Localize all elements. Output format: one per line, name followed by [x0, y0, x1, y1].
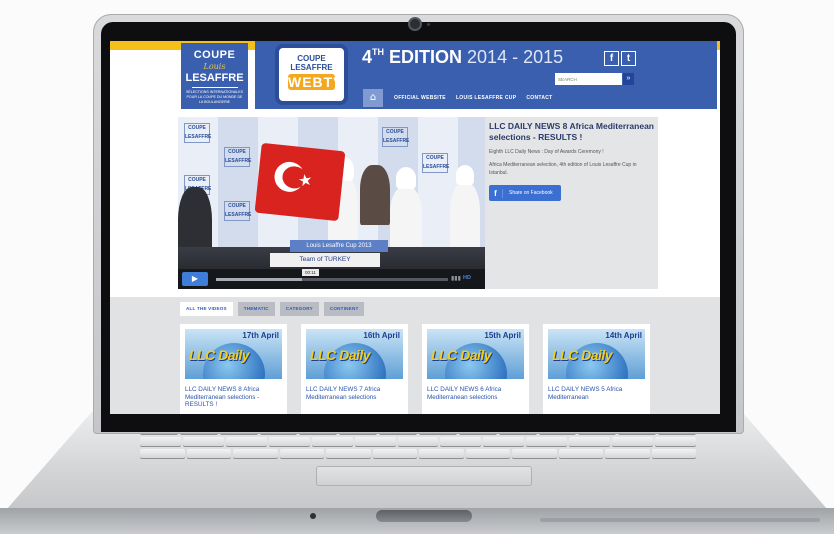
nav-contact[interactable]: CONTACT: [526, 95, 552, 101]
edition-title: 4TH EDITION 2014 - 2015: [362, 47, 563, 68]
backdrop-logo: COUPE LESAFFRE: [224, 201, 251, 221]
volume-icon[interactable]: ▮▮▮: [451, 275, 461, 282]
chef-figure: [450, 183, 480, 253]
main-nav: ⌂ OFFICIAL WEBSITE LOUIS LESAFFRE CUP CO…: [363, 89, 558, 107]
home-icon[interactable]: ⌂: [363, 89, 383, 107]
thumbnail-date: 17th April: [242, 331, 279, 340]
video-thumbnail[interactable]: LLC Daily 17th April: [185, 329, 282, 379]
edition-years: 2014 - 2015: [467, 47, 564, 67]
camera-light: [427, 23, 430, 26]
search-button[interactable]: »: [623, 73, 634, 85]
thumbnail-date: 14th April: [605, 331, 642, 340]
video-card-title[interactable]: LLC DAILY NEWS 6 Africa Mediterranean se…: [427, 386, 524, 401]
logo-divider: [191, 87, 238, 88]
webtv-line2: LESAFFRE: [290, 63, 333, 72]
attendee-figure: [360, 165, 390, 225]
lid-latch: [376, 510, 472, 522]
chef-hat: [396, 167, 416, 189]
play-icon[interactable]: ▶: [182, 272, 208, 286]
turkish-flag: ★: [254, 142, 346, 222]
video-card[interactable]: LLC Daily 16th April LLC DAILY NEWS 7 Af…: [301, 324, 408, 414]
lower-third-event: Louis Lesaffre Cup 2013: [290, 240, 388, 252]
featured-description-2: Africa Mediterranean selection, 4th edit…: [489, 162, 637, 176]
laptop-photo: COUPE Louis LESAFFRE SÉLECTIONS INTERNAT…: [0, 0, 834, 534]
backdrop-logo: COUPE LESAFFRE: [382, 127, 409, 147]
logo-script: Louis: [203, 62, 226, 71]
hd-toggle[interactable]: HD: [463, 275, 471, 281]
facebook-icon: f: [489, 188, 503, 198]
webtv-line1: COUPE: [297, 54, 326, 63]
filter-tabs: ALL THE VIDEOS THEMATIC CATEGORY CONTINE…: [180, 302, 365, 316]
lower-third-team: Team of TURKEY: [270, 253, 380, 267]
featured-description-1: Eighth LLC Daily News : Day of Awards Ce…: [489, 149, 604, 155]
coupe-lesaffre-logo[interactable]: COUPE Louis LESAFFRE SÉLECTIONS INTERNAT…: [181, 43, 248, 109]
tab-all-videos[interactable]: ALL THE VIDEOS: [180, 302, 233, 316]
time-tooltip: 00:11: [302, 269, 319, 276]
video-card-title[interactable]: LLC DAILY NEWS 5 Africa Mediterranean: [548, 386, 645, 401]
nav-official-website[interactable]: OFFICIAL WEBSITE: [394, 95, 446, 101]
thumbnail-date: 16th April: [363, 331, 400, 340]
thumbnail-date: 15th April: [484, 331, 521, 340]
browser-screen: COUPE Louis LESAFFRE SÉLECTIONS INTERNAT…: [110, 41, 720, 414]
twitter-icon[interactable]: t: [621, 51, 636, 66]
page-content: COUPE LESAFFRE COUPE LESAFFRE COUPE LESA…: [110, 109, 720, 414]
featured-title[interactable]: LLC DAILY NEWS 8 Africa Mediterranean se…: [489, 121, 655, 143]
thumbnail-logo: LLC Daily: [552, 347, 613, 363]
edition-label: EDITION: [384, 47, 468, 67]
progress-fill: [216, 278, 302, 281]
share-facebook-button[interactable]: f Share on Facebook: [489, 185, 561, 201]
video-card[interactable]: LLC Daily 17th April LLC DAILY NEWS 8 Af…: [180, 324, 287, 414]
video-thumbnail[interactable]: LLC Daily 15th April: [427, 329, 524, 379]
tab-category[interactable]: CATEGORY: [279, 302, 319, 316]
video-card[interactable]: LLC Daily 15th April LLC DAILY NEWS 6 Af…: [422, 324, 529, 414]
star-icon: ★: [297, 171, 314, 191]
sleep-led: [310, 513, 316, 519]
nav-louis-lesaffre-cup[interactable]: LOUIS LESAFFRE CUP: [456, 95, 516, 101]
thumbnail-logo: LLC Daily: [431, 347, 492, 363]
video-card[interactable]: LLC Daily 14th April LLC DAILY NEWS 5 Af…: [543, 324, 650, 414]
video-card-title[interactable]: LLC DAILY NEWS 7 Africa Mediterranean se…: [306, 386, 403, 401]
video-thumbnail[interactable]: LLC Daily 14th April: [548, 329, 645, 379]
backdrop-logo: COUPE LESAFFRE: [422, 153, 449, 173]
trackpad: [316, 466, 532, 486]
social-links: f t: [604, 51, 636, 66]
webcam-icon: [410, 19, 420, 29]
tab-thematic[interactable]: THEMATIC: [237, 302, 275, 316]
featured-info: LLC DAILY NEWS 8 Africa Mediterranean se…: [489, 121, 655, 201]
facebook-icon[interactable]: f: [604, 51, 619, 66]
side-vent: [540, 518, 820, 522]
search-input[interactable]: [555, 73, 622, 85]
edition-ordinal: TH: [372, 47, 385, 57]
edition-number: 4: [362, 47, 373, 67]
video-controls: ▶ 00:11 ▮▮▮ HD: [178, 269, 485, 289]
backdrop-logo: COUPE LESAFFRE: [224, 147, 251, 167]
video-card-title[interactable]: LLC DAILY NEWS 8 Africa Mediterranean se…: [185, 386, 282, 409]
video-player[interactable]: COUPE LESAFFRE COUPE LESAFFRE COUPE LESA…: [178, 117, 485, 289]
logo-line2: LESAFFRE: [185, 72, 244, 84]
backdrop-logo: COUPE LESAFFRE: [184, 123, 211, 143]
video-thumbnail[interactable]: LLC Daily 16th April: [306, 329, 403, 379]
logo-line1: COUPE: [193, 49, 236, 61]
thumbnail-logo: LLC Daily: [310, 347, 371, 363]
chef-figure: [390, 187, 422, 251]
video-cards: LLC Daily 17th April LLC DAILY NEWS 8 Af…: [180, 324, 650, 414]
webtv-label: WEBTV: [288, 74, 344, 90]
thumbnail-logo: LLC Daily: [189, 347, 250, 363]
chef-hat: [456, 165, 474, 185]
webtv-logo[interactable]: COUPE LESAFFRE WEBTV: [275, 44, 348, 105]
tab-continent[interactable]: CONTINENT: [323, 302, 365, 316]
logo-subtitle: SÉLECTIONS INTERNATIONALES POUR LA COUPE…: [185, 90, 244, 104]
featured-panel: COUPE LESAFFRE COUPE LESAFFRE COUPE LESA…: [178, 117, 658, 289]
share-label: Share on Facebook: [509, 190, 553, 196]
